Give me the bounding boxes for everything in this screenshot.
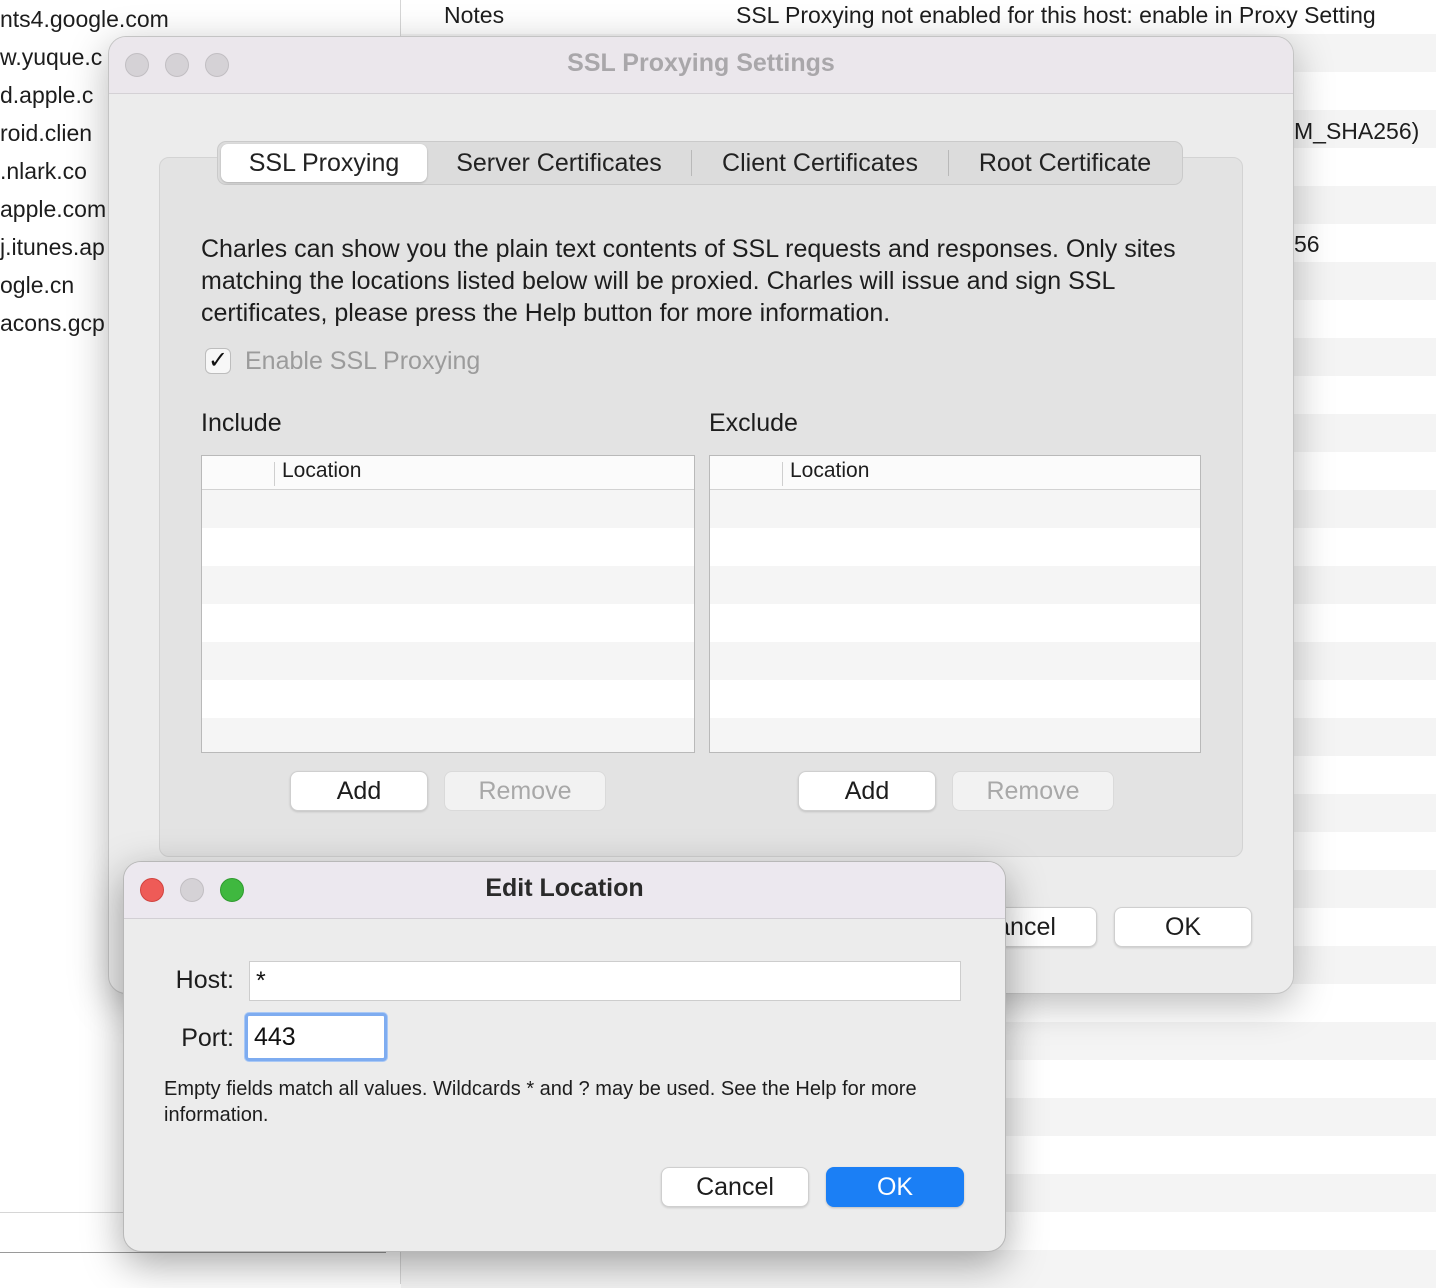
help-hint: Empty fields match all values. Wildcards… — [164, 1078, 917, 1126]
host-list-item[interactable]: nts4.google.com — [0, 0, 169, 38]
ssl-description: Charles can show you the plain text cont… — [201, 235, 1176, 327]
table-row — [710, 718, 1200, 752]
dialog-titlebar: Edit Location — [124, 862, 1005, 919]
notes-label: Notes — [444, 2, 505, 28]
notes-value: SSL Proxying not enabled for this host: … — [736, 2, 1376, 28]
table-row — [710, 604, 1200, 642]
tab-bar: SSL Proxying Server Certificates Client … — [217, 141, 1183, 185]
location-column-header[interactable]: Location — [282, 459, 361, 483]
include-add-button[interactable]: Add — [290, 771, 428, 811]
table-row — [710, 528, 1200, 566]
divider — [0, 1252, 386, 1253]
ok-button[interactable]: OK — [1114, 907, 1252, 947]
exclude-add-button[interactable]: Add — [798, 771, 936, 811]
table-header: Location — [710, 456, 1200, 490]
table-row — [202, 642, 694, 680]
edit-location-dialog: Edit Location Host: Port: Empty fields m… — [123, 861, 1006, 1252]
window-title: SSL Proxying Settings — [567, 49, 835, 77]
table-row — [202, 566, 694, 604]
host-label: Host: — [175, 966, 234, 994]
include-title: Include — [201, 409, 282, 437]
table-row — [710, 642, 1200, 680]
host-list-item[interactable]: acons.gcp — [0, 304, 105, 342]
enable-ssl-proxying-label: Enable SSL Proxying — [245, 346, 481, 375]
include-table[interactable]: Location — [201, 455, 695, 753]
table-row — [710, 566, 1200, 604]
host-list-item[interactable]: .nlark.co — [0, 152, 87, 190]
exclude-remove-button[interactable]: Remove — [952, 771, 1114, 811]
include-remove-button[interactable]: Remove — [444, 771, 606, 811]
tab-client-certificates[interactable]: Client Certificates — [692, 144, 948, 182]
location-column-header[interactable]: Location — [790, 459, 869, 483]
table-row — [202, 490, 694, 528]
table-row — [202, 718, 694, 752]
dialog-title: Edit Location — [485, 874, 644, 902]
port-input[interactable] — [245, 1013, 387, 1061]
table-header: Location — [202, 456, 694, 490]
tab-root-certificate[interactable]: Root Certificate — [949, 144, 1181, 182]
cipher-text: M_SHA256) — [1294, 118, 1420, 144]
enable-ssl-proxying-checkbox[interactable]: ✓ Enable SSL Proxying — [205, 345, 480, 377]
host-list-item[interactable]: d.apple.c — [0, 76, 93, 114]
ssl-proxying-settings-window: SSL Proxying Settings SSL Proxying Serve… — [108, 36, 1294, 994]
column-divider — [274, 462, 275, 486]
host-list-item[interactable]: ogle.cn — [0, 266, 74, 304]
table-row — [401, 1250, 1436, 1288]
cancel-button[interactable]: Cancel — [661, 1167, 809, 1207]
tab-server-certificates[interactable]: Server Certificates — [427, 144, 691, 182]
table-row — [202, 604, 694, 642]
cipher-text: 56 — [1294, 231, 1320, 257]
table-row — [202, 680, 694, 718]
window-titlebar: SSL Proxying Settings — [109, 37, 1293, 94]
table-row — [710, 680, 1200, 718]
table-row — [202, 528, 694, 566]
host-list-item[interactable]: apple.com — [0, 190, 106, 228]
exclude-table[interactable]: Location — [709, 455, 1201, 753]
host-list-item[interactable]: w.yuque.c — [0, 38, 102, 76]
column-divider — [782, 462, 783, 486]
ok-button[interactable]: OK — [826, 1167, 964, 1207]
host-input[interactable] — [249, 961, 961, 1001]
host-list-item[interactable]: j.itunes.ap — [0, 228, 105, 266]
host-list-item[interactable]: roid.clien — [0, 114, 92, 152]
exclude-title: Exclude — [709, 409, 798, 437]
port-label: Port: — [181, 1024, 234, 1052]
checkmark-icon[interactable]: ✓ — [205, 348, 231, 374]
tab-ssl-proxying[interactable]: SSL Proxying — [221, 144, 427, 182]
table-row — [710, 490, 1200, 528]
